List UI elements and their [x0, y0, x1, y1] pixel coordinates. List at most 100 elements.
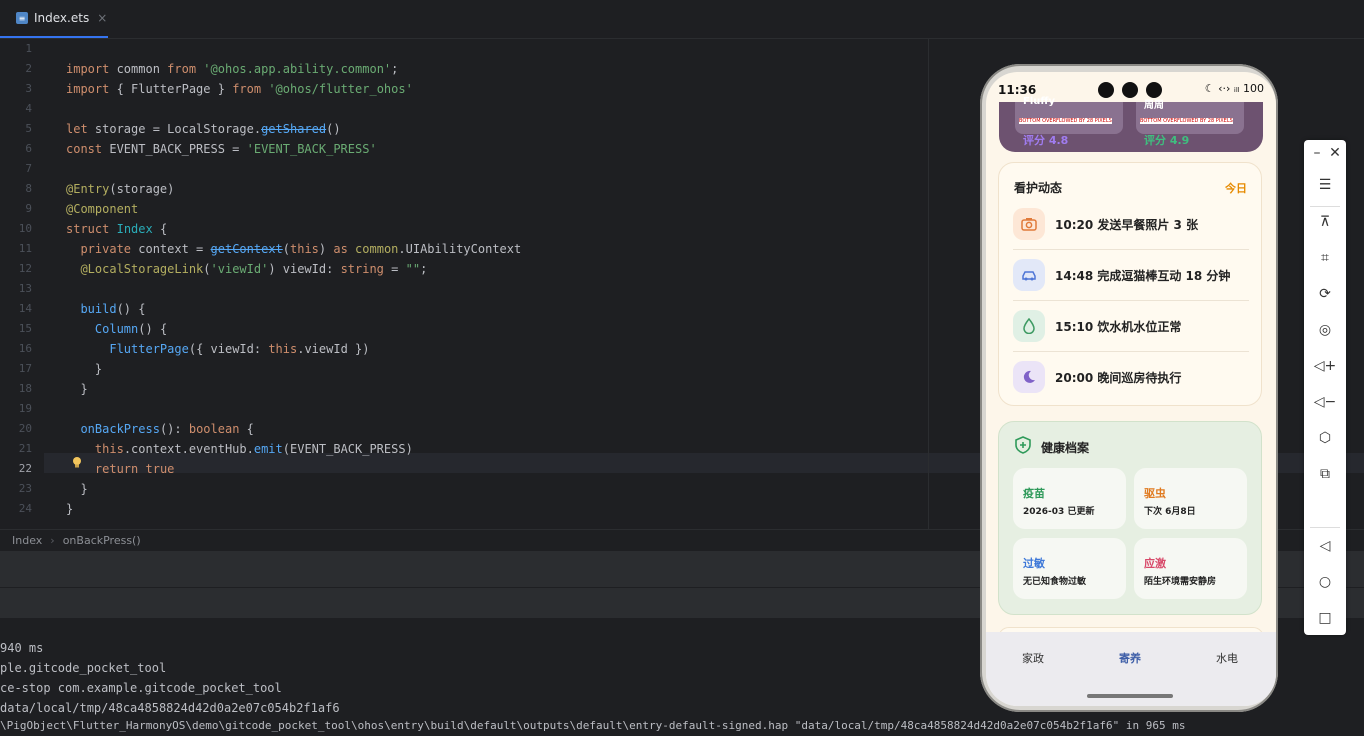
- code-line: @LocalStorageLink('viewId') viewId: stri…: [80, 262, 428, 276]
- line-number: 24: [18, 502, 32, 515]
- code-line: import { FlutterPage } from '@ohos/flutt…: [66, 82, 413, 96]
- back-icon[interactable]: ◁: [1304, 535, 1346, 557]
- health-cell-allergy[interactable]: 过敏 无已知食物过敏: [1013, 538, 1126, 599]
- crop-icon[interactable]: ⌗: [1304, 247, 1346, 269]
- line-number: 9: [25, 202, 32, 215]
- line-number: 20: [18, 422, 32, 435]
- line-number: 6: [25, 142, 32, 155]
- health-cell-sub: 无已知食物过敏: [1023, 577, 1087, 587]
- home-indicator[interactable]: [1087, 694, 1173, 698]
- nav-item-utilities[interactable]: 水电: [1216, 650, 1238, 666]
- code-line: onBackPress(): boolean {: [80, 422, 254, 436]
- close-icon[interactable]: ✕: [1314, 142, 1356, 164]
- line-number: 19: [18, 402, 32, 415]
- pet-rating: 评分 4.8: [1023, 134, 1069, 147]
- line-number: 14: [18, 302, 32, 315]
- emulator-toolbar: – ✕ ☰ ⊼ ⌗ ⟳ ◎ ◁+ ◁− ⬡ ⧉ ◁ ○ □: [1304, 140, 1346, 635]
- code-line: }: [66, 382, 88, 396]
- breadcrumb-item[interactable]: onBackPress(): [63, 534, 141, 547]
- code-line: }: [66, 362, 103, 376]
- code-line: private context = getContext(this) as co…: [80, 242, 522, 256]
- tab-index-ets[interactable]: ≡ Index.ets ×: [0, 0, 108, 38]
- health-cell-stress[interactable]: 应激 陌生环境需安静房: [1134, 538, 1247, 599]
- code-line: build() {: [80, 302, 146, 316]
- console-line: ple.gitcode_pocket_tool: [0, 661, 167, 675]
- line-number: 8: [25, 182, 32, 195]
- care-item[interactable]: 14:48 完成逗猫棒互动 18 分钟: [1013, 250, 1249, 301]
- rotate-icon[interactable]: ⟳: [1304, 283, 1346, 305]
- right-margin-guide: [928, 39, 929, 529]
- line-number: 3: [25, 82, 32, 95]
- health-cell-sub: 2026-03 已更新: [1023, 507, 1095, 517]
- code-line: return true: [94, 462, 175, 476]
- overflow-warning: BOTTOM OVERFLOWED BY 28 PIXELS: [1140, 118, 1233, 124]
- line-number: 5: [25, 122, 32, 135]
- health-cell-label: 过敏: [1023, 557, 1045, 570]
- care-item[interactable]: 10:20 发送早餐照片 3 张: [1013, 199, 1249, 250]
- line-number: 1: [25, 42, 32, 55]
- line-number: 11: [18, 242, 32, 255]
- multi-device-icon[interactable]: ⧉: [1304, 463, 1346, 485]
- tab-close-icon[interactable]: ×: [97, 11, 107, 25]
- car-toy-icon: [1013, 259, 1045, 291]
- line-number: 13: [18, 282, 32, 295]
- care-updates-card: 看护动态 今日 10:20 发送早餐照片 3 张 14:48 完成逗猫棒互动 1…: [998, 162, 1262, 406]
- divider: [1310, 527, 1340, 528]
- health-record-card: 健康档案 疫苗 2026-03 已更新 驱虫 下次 6月8日 过敏 无已知食物过…: [998, 421, 1262, 615]
- volume-down-icon[interactable]: ◁−: [1304, 391, 1346, 413]
- line-number-gutter: 1 2 3 4 5 6 7 8 9 10 11 12 13 14 15 16 1…: [0, 39, 44, 529]
- line-number: 18: [18, 382, 32, 395]
- shake-icon[interactable]: ⬡: [1304, 427, 1346, 449]
- pet-rating: 评分 4.9: [1144, 134, 1190, 147]
- line-number: 22: [18, 462, 32, 475]
- code-line: }: [66, 502, 74, 516]
- line-number: 23: [18, 482, 32, 495]
- chevron-right-icon: ›: [50, 534, 55, 547]
- line-number: 16: [18, 342, 32, 355]
- shield-plus-icon: [1015, 436, 1031, 454]
- care-item-text: 10:20 发送早餐照片 3 张: [1055, 218, 1199, 232]
- menu-icon[interactable]: ☰: [1304, 174, 1346, 196]
- home-icon[interactable]: ○: [1304, 571, 1346, 593]
- volume-up-icon[interactable]: ◁+: [1304, 355, 1346, 377]
- pet-carousel-card: Fluffy BOTTOM OVERFLOWED BY 28 PIXELS 周周…: [999, 96, 1263, 152]
- screenshot-icon[interactable]: ◎: [1304, 319, 1346, 341]
- code-line: Column() {: [94, 322, 168, 336]
- phone-screen[interactable]: 11:36 ☾ ‹·› ᵢₗₗ 100 Fluffy BOTTOM OVERFL…: [986, 72, 1276, 706]
- care-item-text: 20:00 晚间巡房待执行: [1055, 371, 1182, 385]
- lightbulb-icon[interactable]: [72, 456, 82, 469]
- status-icons: ☾ ‹·› ᵢₗₗ 100: [1204, 82, 1264, 95]
- nav-item-housekeeping[interactable]: 家政: [1022, 650, 1044, 666]
- care-item-text: 14:48 完成逗猫棒互动 18 分钟: [1055, 269, 1231, 283]
- pin-top-icon[interactable]: ⊼: [1304, 211, 1346, 233]
- breadcrumb-item[interactable]: Index: [12, 534, 42, 547]
- overflow-warning: BOTTOM OVERFLOWED BY 28 PIXELS: [1019, 118, 1112, 124]
- nav-item-boarding[interactable]: 寄养: [1119, 650, 1141, 666]
- code-line: const EVENT_BACK_PRESS = 'EVENT_BACK_PRE…: [66, 142, 377, 156]
- health-cell-vaccine[interactable]: 疫苗 2026-03 已更新: [1013, 468, 1126, 529]
- code-line: let storage = LocalStorage.getShared(): [66, 122, 341, 136]
- code-line: this.context.eventHub.emit(EVENT_BACK_PR…: [94, 442, 413, 456]
- care-item[interactable]: 15:10 饮水机水位正常: [1013, 301, 1249, 352]
- code-line: struct Index {: [66, 222, 168, 236]
- card-title: 看护动态: [1014, 181, 1063, 195]
- water-drop-icon: [1013, 310, 1045, 342]
- pet-card[interactable]: Fluffy BOTTOM OVERFLOWED BY 28 PIXELS: [1015, 96, 1123, 134]
- care-item[interactable]: 20:00 晚间巡房待执行: [1013, 352, 1249, 402]
- divider: [1310, 206, 1340, 207]
- health-cell-deworm[interactable]: 驱虫 下次 6月8日: [1134, 468, 1247, 529]
- line-number: 4: [25, 102, 32, 115]
- pet-card[interactable]: 周周 BOTTOM OVERFLOWED BY 28 PIXELS: [1136, 100, 1244, 134]
- code-line: @Entry(storage): [66, 182, 175, 196]
- line-number: 10: [18, 222, 32, 235]
- care-item-text: 15:10 饮水机水位正常: [1055, 320, 1182, 334]
- recent-icon[interactable]: □: [1304, 607, 1346, 629]
- console-line: data/local/tmp/48ca4858824d42d0a2e07c054…: [0, 701, 340, 715]
- today-link[interactable]: 今日: [1225, 180, 1247, 196]
- ets-file-icon: ≡: [16, 12, 28, 24]
- code-line: @Component: [66, 202, 139, 216]
- console-line: ce-stop com.example.gitcode_pocket_tool: [0, 681, 282, 695]
- console-line: \PigObject\Flutter_HarmonyOS\demo\gitcod…: [0, 719, 1186, 732]
- editor-tab-bar: ≡ Index.ets ×: [0, 0, 1364, 39]
- health-cell-label: 应激: [1144, 557, 1166, 570]
